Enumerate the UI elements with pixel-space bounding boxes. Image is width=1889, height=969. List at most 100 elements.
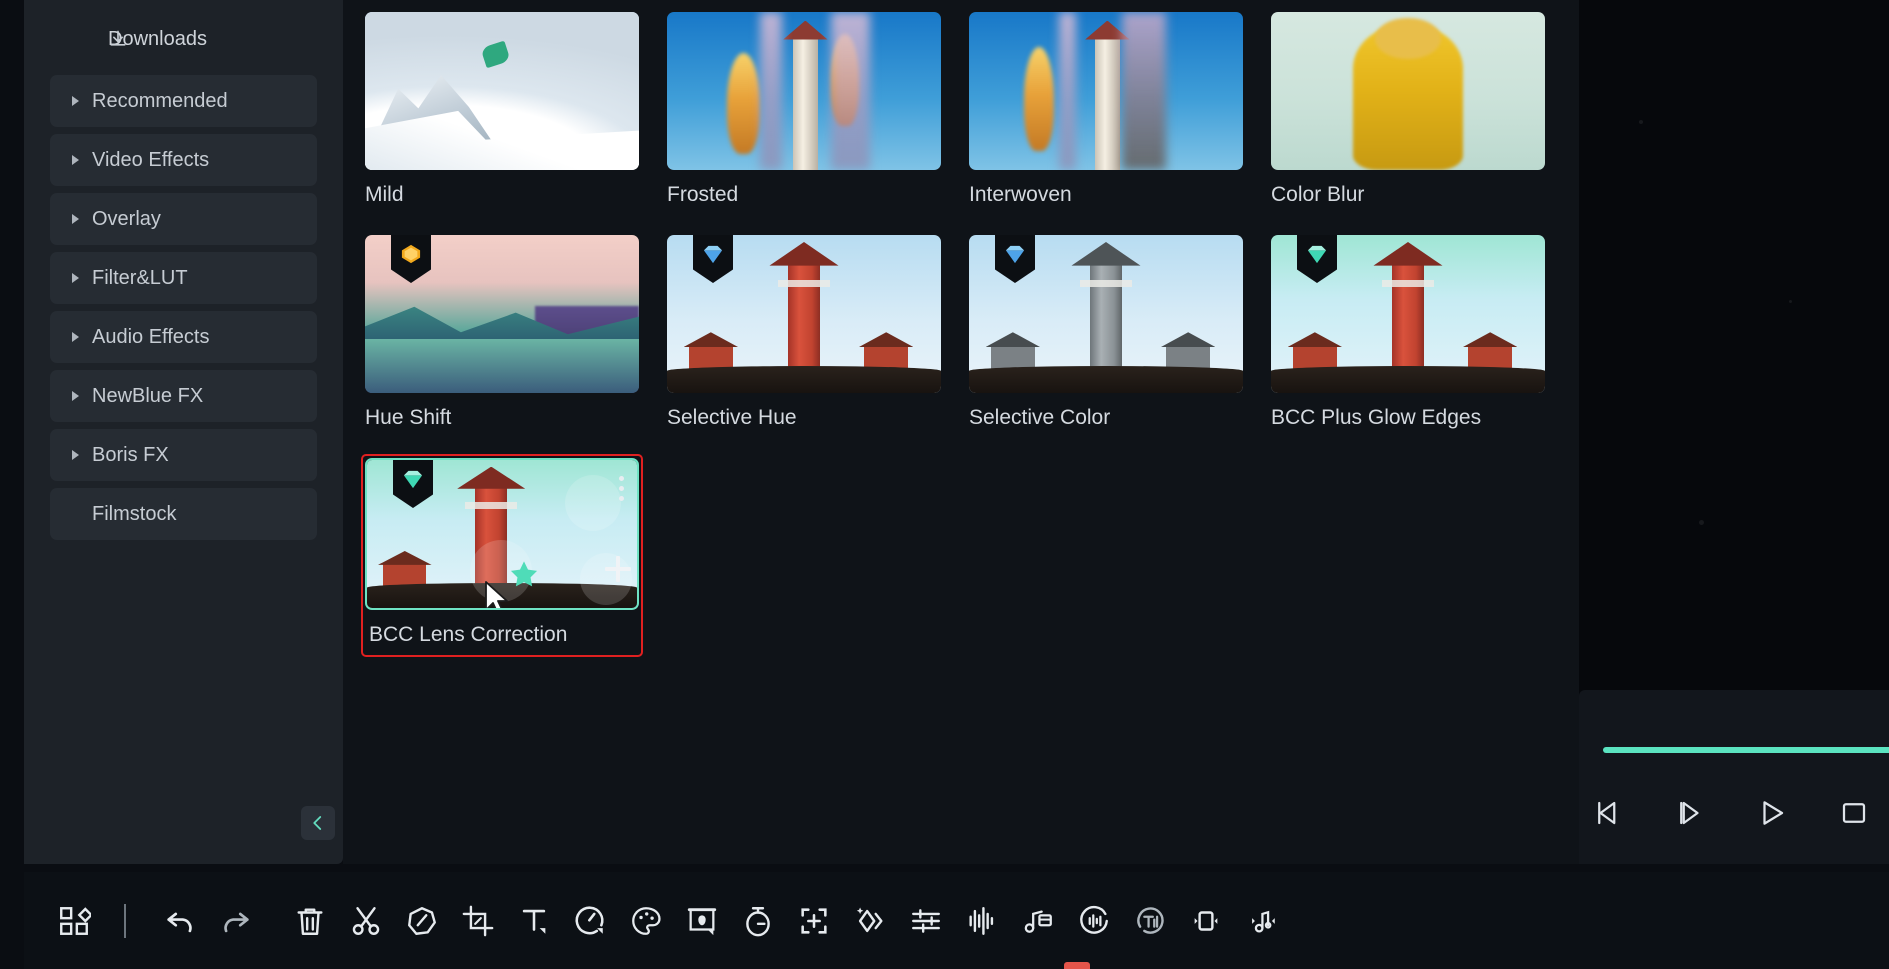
music-detach-icon (1024, 910, 1052, 933)
split-button[interactable] (338, 893, 394, 949)
delete-button[interactable] (282, 893, 338, 949)
three-dots-icon (619, 486, 624, 491)
chevron-left-icon (313, 816, 322, 830)
mouse-cursor (485, 581, 508, 608)
sidebar-item-audio-effects[interactable]: Audio Effects (50, 311, 317, 363)
sidebar-item-label: Filmstock (92, 502, 177, 525)
effect-thumbnail (969, 235, 1243, 393)
effect-thumbnail (969, 12, 1243, 170)
sparkle-diamond-icon (856, 907, 883, 932)
caption-circle-icon (1137, 906, 1164, 934)
undo-button[interactable] (152, 893, 208, 949)
redo-arrow-icon (224, 912, 249, 932)
auto-caption-button[interactable] (1122, 893, 1178, 949)
ai-effects-button[interactable] (842, 893, 898, 949)
trash-icon (297, 907, 323, 935)
auto-reframe-button[interactable] (786, 893, 842, 949)
speed-button[interactable] (562, 893, 618, 949)
audio-waveform-button[interactable] (954, 893, 1010, 949)
effect-more-options-button[interactable] (619, 476, 624, 501)
layout-grid-button[interactable] (46, 893, 102, 949)
effect-card-color-blur[interactable]: Color Blur (1267, 8, 1549, 217)
sidebar-item-overlay[interactable]: Overlay (50, 193, 317, 245)
stop-button[interactable] (1839, 798, 1869, 828)
progress-bar[interactable] (1603, 747, 1889, 753)
sidebar-item-label: Recommended (92, 89, 228, 112)
previous-frame-button[interactable] (1593, 798, 1623, 828)
freeze-frame-icon (1194, 910, 1218, 931)
gem-icon (401, 244, 421, 264)
effect-label: BCC Plus Glow Edges (1271, 406, 1482, 429)
crop-button[interactable] (450, 893, 506, 949)
text-button[interactable] (506, 893, 562, 949)
freeze-frame-button[interactable] (1178, 893, 1234, 949)
gem-icon (403, 470, 423, 489)
stopwatch-icon (746, 906, 770, 936)
sidebar-item-recommended[interactable]: Recommended (50, 75, 317, 127)
preview-panel (1579, 0, 1889, 864)
effect-label: BCC Lens Correction (369, 623, 568, 646)
effects-grid-panel: Mild Frosted Interwoven Color Blur Hue S… (343, 0, 1579, 864)
playhead-marker (1064, 962, 1090, 969)
three-dots-icon (619, 496, 624, 501)
grid-layout-icon (60, 906, 91, 935)
next-frame-button[interactable] (1675, 798, 1705, 828)
chevron-right-icon (72, 96, 79, 106)
chevron-right-icon (72, 155, 79, 165)
effect-label: Color Blur (1271, 183, 1365, 206)
effect-card-frosted[interactable]: Frosted (663, 8, 945, 217)
audio-circle-icon (1080, 905, 1108, 934)
chevron-right-icon (72, 332, 79, 342)
effect-label: Selective Hue (667, 406, 797, 429)
effect-thumbnail (1271, 235, 1545, 393)
duration-button[interactable] (730, 893, 786, 949)
redo-button[interactable] (208, 893, 264, 949)
chevron-right-icon (72, 391, 79, 401)
video-editor-window: Downloads Recommended Video Effects Over… (0, 0, 1889, 969)
sidebar-item-newblue-fx[interactable]: NewBlue FX (50, 370, 317, 422)
waveform-icon (969, 906, 994, 935)
add-effect-button[interactable] (605, 556, 631, 582)
effect-thumbnail (667, 235, 941, 393)
marker-button[interactable] (394, 893, 450, 949)
audio-denoise-button[interactable] (1066, 893, 1122, 949)
color-button[interactable] (618, 893, 674, 949)
effect-label: Interwoven (969, 183, 1072, 206)
green-screen-button[interactable] (674, 893, 730, 949)
toolbar-divider (124, 903, 126, 938)
sidebar-item-boris-fx[interactable]: Boris FX (50, 429, 317, 481)
effect-card-hue-shift[interactable]: Hue Shift (361, 231, 643, 440)
crop-icon (462, 905, 494, 936)
sidebar-item-video-effects[interactable]: Video Effects (50, 134, 317, 186)
audio-stretch-button[interactable] (1234, 893, 1290, 949)
three-dots-icon (619, 476, 624, 481)
effect-thumbnail (365, 12, 639, 170)
effect-card-bcc-lens-correction[interactable]: BCC Lens Correction (361, 454, 643, 657)
effect-card-selective-hue[interactable]: Selective Hue (663, 231, 945, 440)
sidebar-item-label: Filter&LUT (92, 266, 188, 289)
gem-icon (1005, 245, 1025, 264)
effect-label: Hue Shift (365, 406, 452, 429)
play-button[interactable] (1757, 798, 1787, 828)
sidebar-item-filter-lut[interactable]: Filter&LUT (50, 252, 317, 304)
effect-card-mild[interactable]: Mild (361, 8, 643, 217)
effect-label: Mild (365, 183, 404, 206)
audio-detach-button[interactable] (1010, 893, 1066, 949)
chevron-right-icon (72, 214, 79, 224)
sidebar-item-filmstock[interactable]: Filmstock (50, 488, 317, 540)
sidebar-collapse-button[interactable] (301, 806, 335, 840)
effect-thumbnail (667, 12, 941, 170)
effect-label: Selective Color (969, 406, 1111, 429)
editing-toolbar (24, 872, 1889, 969)
sidebar-item-label: Video Effects (92, 148, 210, 171)
effect-card-bcc-plus-glow-edges[interactable]: BCC Plus Glow Edges (1267, 231, 1549, 440)
sliders-icon (912, 908, 940, 933)
gem-icon (703, 245, 723, 264)
sidebar-item-downloads[interactable]: Downloads (50, 10, 317, 68)
adjust-button[interactable] (898, 893, 954, 949)
effect-card-selective-color[interactable]: Selective Color (965, 231, 1247, 440)
tag-icon (408, 906, 436, 935)
effect-card-interwoven[interactable]: Interwoven (965, 8, 1247, 217)
effect-thumbnail (365, 235, 639, 393)
effects-category-sidebar: Downloads Recommended Video Effects Over… (24, 0, 343, 864)
